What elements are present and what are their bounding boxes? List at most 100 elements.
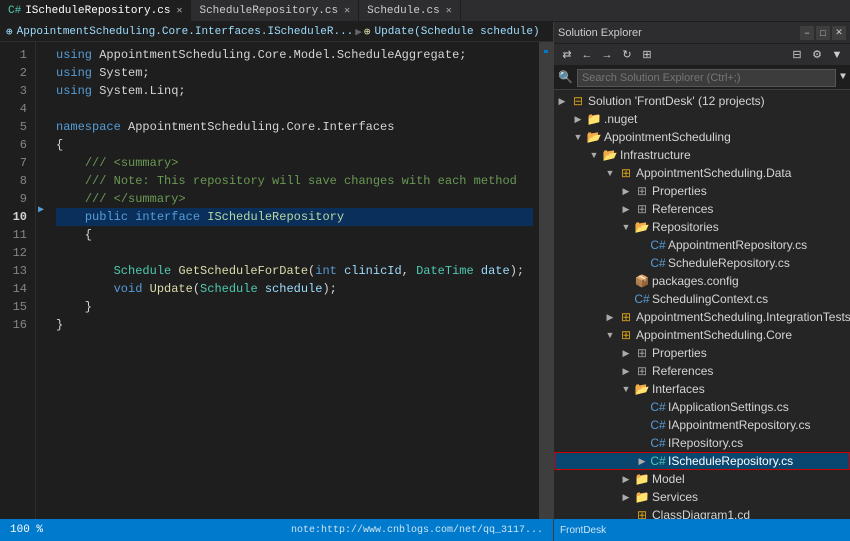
tree-item-references2[interactable]: ▶⊞References <box>554 362 850 380</box>
settings-button[interactable]: ⚙ <box>808 46 826 64</box>
tree-item-solution[interactable]: ▶⊟Solution 'FrontDesk' (12 projects) <box>554 92 850 110</box>
se-statusbar: FrontDesk <box>554 519 850 541</box>
cs-icon: C# <box>650 418 666 432</box>
tree-arrow-services[interactable]: ▶ <box>618 492 634 503</box>
tree-arrow-references2[interactable]: ▶ <box>618 366 634 377</box>
tree-label-model: Model <box>652 472 685 486</box>
solution-explorer: Solution Explorer − □ ✕ ⇄ ← → ↻ ⊞ ⊟ ⚙ ▼ … <box>554 22 850 541</box>
tree-arrow-ischedrepo[interactable]: ▶ <box>634 456 650 467</box>
breakpoint-arrow[interactable]: ▶ <box>38 204 44 216</box>
tree-item-apptdata[interactable]: ▼⊞AppointmentScheduling.Data <box>554 164 850 182</box>
tree-item-classdiagram[interactable]: ⊞ClassDiagram1.cd <box>554 506 850 519</box>
tab-schedule[interactable]: Schedule.cs ✕ <box>359 0 461 22</box>
solution-tree: ▶⊟Solution 'FrontDesk' (12 projects)▶📁.n… <box>554 90 850 519</box>
tree-item-properties1[interactable]: ▶⊞Properties <box>554 182 850 200</box>
ref-icon: ⊞ <box>634 364 650 378</box>
tree-arrow-solution[interactable]: ▶ <box>554 96 570 107</box>
tree-arrow-properties1[interactable]: ▶ <box>618 186 634 197</box>
code-gutter: ▶ <box>36 42 50 519</box>
tree-arrow-model[interactable]: ▶ <box>618 474 634 485</box>
sync-button[interactable]: ⇄ <box>558 46 576 64</box>
breadcrumb-ns[interactable]: AppointmentScheduling.Core.Interfaces.IS… <box>17 26 354 38</box>
tree-item-references1[interactable]: ▶⊞References <box>554 200 850 218</box>
search-input[interactable] <box>577 69 836 87</box>
folder-open-icon: 📂 <box>602 148 618 162</box>
iface-icon: C# <box>650 454 666 468</box>
tree-item-iappsettings[interactable]: C#IApplicationSettings.cs <box>554 398 850 416</box>
tree-item-repositories1[interactable]: ▼📂Repositories <box>554 218 850 236</box>
tree-label-iapptrepo: IAppointmentRepository.cs <box>668 418 811 432</box>
ref-icon: ⊞ <box>634 202 650 216</box>
tree-item-ischedrepo[interactable]: ▶C#IScheduleRepository.cs <box>554 452 850 470</box>
tree-item-apptrepo[interactable]: C#AppointmentRepository.cs <box>554 236 850 254</box>
breadcrumb-icon: ⊕ <box>6 25 13 39</box>
tree-item-model[interactable]: ▶📁Model <box>554 470 850 488</box>
back-button[interactable]: ← <box>578 46 596 64</box>
tab-schedrepo[interactable]: ScheduleRepository.cs ✕ <box>191 0 359 22</box>
tree-label-references1: References <box>652 202 713 216</box>
tree-arrow-apptdata[interactable]: ▼ <box>602 168 618 178</box>
tree-arrow-infrastructure[interactable]: ▼ <box>586 150 602 160</box>
se-titlebar: Solution Explorer − □ ✕ <box>554 22 850 44</box>
tree-arrow-repositories1[interactable]: ▼ <box>618 222 634 232</box>
se-close-button[interactable]: ✕ <box>832 26 846 40</box>
main-layout: ⊕ AppointmentScheduling.Core.Interfaces.… <box>0 22 850 541</box>
collapse-button[interactable]: ⊟ <box>788 46 806 64</box>
search-dropdown-icon[interactable]: ▼ <box>840 72 846 83</box>
tab-ischedrepo[interactable]: C# IScheduleRepository.cs ✕ <box>0 0 191 22</box>
editor-scrollbar[interactable] <box>539 42 553 519</box>
se-title: Solution Explorer <box>558 27 642 39</box>
tree-item-schedrepo[interactable]: C#ScheduleRepository.cs <box>554 254 850 272</box>
code-lines[interactable]: using AppointmentScheduling.Core.Model.S… <box>50 42 539 519</box>
breadcrumb: ⊕ AppointmentScheduling.Core.Interfaces.… <box>0 22 553 42</box>
tree-item-infrastructure[interactable]: ▼📂Infrastructure <box>554 146 850 164</box>
properties-button[interactable]: ⊞ <box>638 46 656 64</box>
more-button[interactable]: ▼ <box>828 46 846 64</box>
tree-item-apptscheduling[interactable]: ▼📂AppointmentScheduling <box>554 128 850 146</box>
cs-icon: C# <box>650 256 666 270</box>
tree-item-nuget[interactable]: ▶📁.nuget <box>554 110 850 128</box>
se-float-button[interactable]: □ <box>816 26 830 40</box>
tree-item-intgtests[interactable]: ▶⊞AppointmentScheduling.IntegrationTests <box>554 308 850 326</box>
tree-item-schedctx[interactable]: C#SchedulingContext.cs <box>554 290 850 308</box>
zoom-controls: 100 % <box>10 524 43 536</box>
tree-arrow-properties2[interactable]: ▶ <box>618 348 634 359</box>
tree-label-nuget: .nuget <box>604 112 637 126</box>
se-window-controls: − □ ✕ <box>800 26 846 40</box>
forward-button[interactable]: → <box>598 46 616 64</box>
tree-item-interfaces[interactable]: ▼📂Interfaces <box>554 380 850 398</box>
tree-label-intgtests: AppointmentScheduling.IntegrationTests <box>636 310 850 324</box>
close-icon[interactable]: ✕ <box>176 5 182 17</box>
close-icon[interactable]: ✕ <box>344 5 350 17</box>
folder-open-icon: 📂 <box>586 130 602 144</box>
zoom-level-value[interactable]: 100 % <box>10 524 43 536</box>
tree-arrow-references1[interactable]: ▶ <box>618 204 634 215</box>
tree-label-ischedrepo: IScheduleRepository.cs <box>668 454 793 468</box>
cs-icon: C# <box>650 238 666 252</box>
close-icon[interactable]: ✕ <box>446 5 452 17</box>
proj-icon: ⊞ <box>618 328 634 342</box>
tree-item-properties2[interactable]: ▶⊞Properties <box>554 344 850 362</box>
se-status-text: FrontDesk <box>560 525 606 536</box>
tree-arrow-interfaces[interactable]: ▼ <box>618 384 634 394</box>
tree-item-iapptrepo[interactable]: C#IAppointmentRepository.cs <box>554 416 850 434</box>
tree-item-core[interactable]: ▼⊞AppointmentScheduling.Core <box>554 326 850 344</box>
cd-icon: ⊞ <box>634 508 650 519</box>
tree-label-irepo: IRepository.cs <box>668 436 743 450</box>
tree-arrow-apptscheduling[interactable]: ▼ <box>570 132 586 142</box>
refresh-button[interactable]: ↻ <box>618 46 636 64</box>
tree-arrow-nuget[interactable]: ▶ <box>570 114 586 125</box>
tree-label-schedctx: SchedulingContext.cs <box>652 292 768 306</box>
code-editor[interactable]: 1 2 3 4 5 6 7 8 9 10 11 12 13 14 15 16 ▶ <box>0 42 553 519</box>
breadcrumb-method[interactable]: Update(Schedule schedule) <box>375 26 540 38</box>
tree-item-irepo[interactable]: C#IRepository.cs <box>554 434 850 452</box>
tree-arrow-intgtests[interactable]: ▶ <box>602 312 618 323</box>
tree-item-services[interactable]: ▶📁Services <box>554 488 850 506</box>
tree-label-services: Services <box>652 490 698 504</box>
tree-label-schedrepo: ScheduleRepository.cs <box>668 256 790 270</box>
tree-item-pkgsconfig[interactable]: 📦packages.config <box>554 272 850 290</box>
tree-label-pkgsconfig: packages.config <box>652 274 739 288</box>
tree-arrow-core[interactable]: ▼ <box>602 330 618 340</box>
folder-open-icon: 📂 <box>634 220 650 234</box>
se-pin-button[interactable]: − <box>800 26 814 40</box>
